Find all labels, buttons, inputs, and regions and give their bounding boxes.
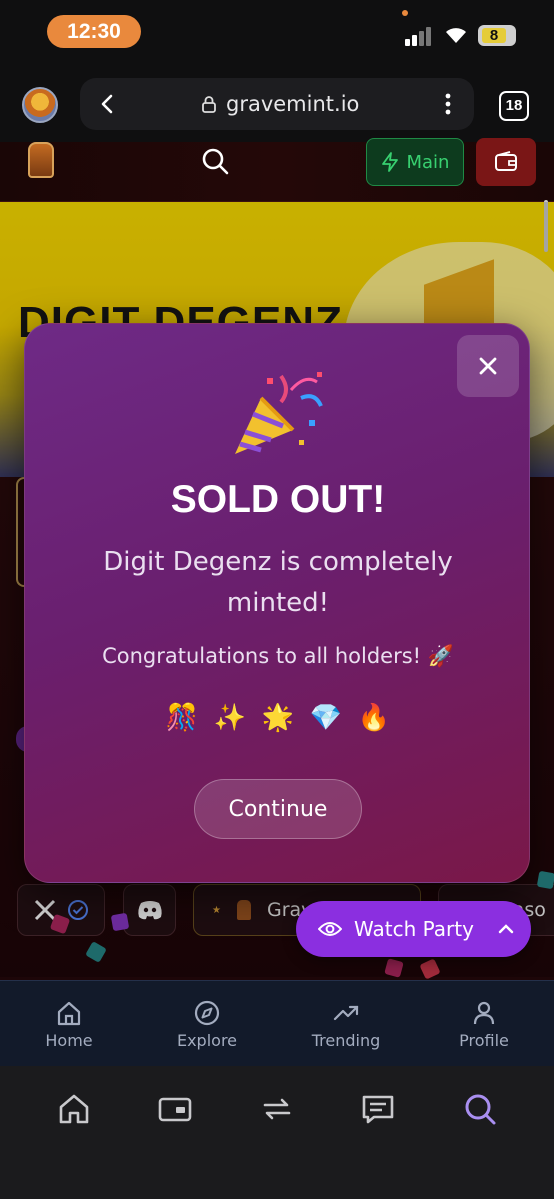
modal-congrats-text: Congratulations to all holders! 🚀 [102, 644, 454, 668]
continue-button[interactable]: Continue [194, 779, 362, 839]
browser-toolbar [0, 1066, 554, 1199]
celebration-emoji-row: 🎊 ✨ 🌟 💎 🔥 [25, 702, 531, 734]
home-icon [57, 1001, 81, 1025]
nav-item-explore[interactable]: Explore [138, 981, 276, 1067]
search-icon[interactable] [462, 1091, 498, 1127]
nav-label-explore: Explore [176, 1030, 238, 1050]
modal-subtitle: Digit Degenz is completely minted! [103, 547, 453, 618]
nav-label-trending: Trending [311, 1030, 381, 1050]
nav-label-profile: Profile [459, 1030, 509, 1050]
signal-icon [405, 26, 433, 46]
wifi-icon [446, 28, 466, 43]
trending-icon [333, 1005, 359, 1020]
nav-item-trending[interactable]: Trending [277, 981, 415, 1067]
status-time: 12:30 [47, 15, 141, 48]
nav-item-home[interactable]: Home [0, 981, 138, 1067]
chevron-up-icon [498, 924, 514, 934]
sold-out-modal: SOLD OUT! Digit Degenz is completely min… [24, 323, 530, 883]
wallet-button[interactable] [476, 138, 536, 186]
site-bottom-nav: Home Explore Trending Profile [0, 980, 554, 1066]
back-arrow-icon[interactable] [94, 90, 122, 118]
chat-icon[interactable] [360, 1091, 396, 1127]
gem-icon: 💎 [309, 703, 343, 733]
swap-icon[interactable] [259, 1091, 295, 1127]
gravemint-logo[interactable] [28, 142, 54, 178]
search-icon[interactable] [200, 146, 230, 176]
lightning-icon [381, 152, 398, 172]
site-header: Main [0, 138, 554, 202]
nav-label-home: Home [45, 1030, 93, 1050]
watch-party-label: Watch Party [354, 917, 474, 941]
eye-icon [318, 922, 342, 936]
user-icon [473, 1001, 495, 1024]
sparkles-icon: ✨ [213, 703, 247, 733]
card-icon[interactable] [157, 1091, 193, 1127]
browser-profile-avatar[interactable] [22, 87, 58, 123]
network-main-button[interactable]: Main [366, 138, 464, 186]
close-icon [479, 357, 497, 375]
glowing-star-icon: 🌟 [261, 703, 295, 733]
browser-bar: gravemint.io 18 [0, 64, 554, 142]
modal-title: SOLD OUT! [170, 478, 386, 521]
home-icon[interactable] [56, 1091, 92, 1127]
more-options-icon[interactable] [440, 90, 456, 118]
confetti-piece [110, 912, 130, 932]
battery-level: 8 [482, 28, 506, 43]
confetti-ball-icon: 🎊 [165, 703, 199, 733]
party-popper-icon [235, 372, 323, 454]
url-text[interactable]: gravemint.io [226, 90, 359, 118]
url-bar[interactable]: gravemint.io [80, 78, 474, 130]
status-bar: 12:30 8 [0, 0, 554, 64]
main-label: Main [406, 151, 450, 173]
wallet-icon [495, 151, 517, 171]
lock-icon [202, 96, 216, 113]
confetti-piece [536, 870, 554, 890]
battery-icon: 8 [478, 25, 516, 46]
recording-indicator [402, 10, 408, 16]
compass-icon [194, 1000, 220, 1025]
close-button[interactable] [457, 335, 519, 397]
nav-item-profile[interactable]: Profile [415, 981, 553, 1067]
tabs-button[interactable]: 18 [499, 91, 529, 121]
fire-icon: 🔥 [357, 703, 391, 733]
watch-party-button[interactable]: Watch Party [296, 901, 531, 957]
